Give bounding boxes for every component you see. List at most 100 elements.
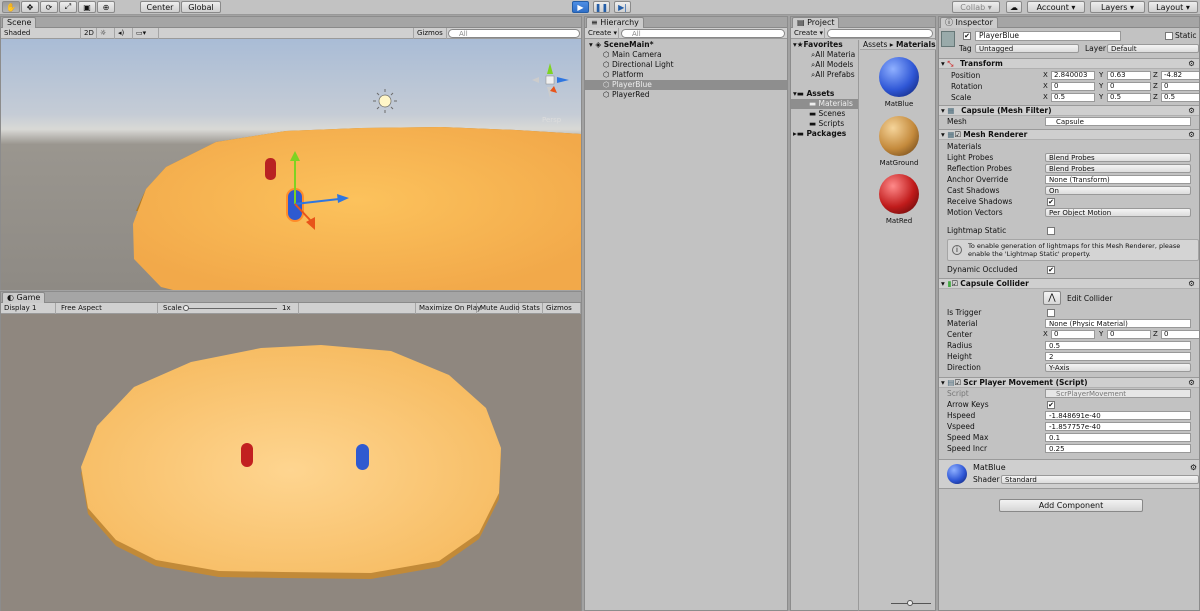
component-settings-icon[interactable]: ⚙ — [1188, 378, 1195, 388]
static-checkbox[interactable] — [1165, 32, 1173, 40]
scripts-folder[interactable]: ▬ Scripts — [791, 119, 858, 129]
scale-slider[interactable] — [185, 308, 277, 309]
rotation-x-field[interactable]: 0 — [1051, 82, 1095, 91]
material-section[interactable]: MatBlue Shader Standard ⚙ — [939, 459, 1199, 489]
transform-tool-button[interactable]: ⊕ — [97, 1, 115, 13]
transform-header[interactable]: ▾ ⤡ Transform ⚙ — [939, 58, 1199, 69]
anchor-override-field[interactable]: None (Transform) — [1045, 175, 1191, 184]
material-settings-icon[interactable]: ⚙ — [1190, 463, 1197, 472]
cast-shadows-dropdown[interactable]: On — [1045, 186, 1191, 195]
tag-dropdown[interactable]: Untagged — [975, 44, 1079, 53]
lighting-toggle[interactable]: ☼ — [97, 28, 115, 39]
position-x-field[interactable]: 2.840003 — [1051, 71, 1095, 80]
scenes-folder[interactable]: ▬ Scenes — [791, 109, 858, 119]
project-search-input[interactable] — [827, 29, 933, 38]
material-tile-matblue[interactable]: MatBlue — [874, 57, 924, 115]
play-button[interactable]: ▶ — [572, 1, 589, 13]
cloud-button[interactable]: ☁ — [1006, 1, 1022, 13]
component-settings-icon[interactable]: ⚙ — [1188, 279, 1195, 289]
effects-dropdown[interactable]: ▭▾ — [133, 28, 159, 39]
account-dropdown[interactable]: Account ▾ — [1027, 1, 1085, 13]
favorites-all-prefabs[interactable]: ⌕All Prefabs — [791, 70, 858, 80]
packages-folder[interactable]: ▸▬ Packages — [791, 129, 858, 139]
scene-search-input[interactable]: All — [448, 29, 580, 38]
tab-game[interactable]: ◐ Game — [2, 292, 46, 303]
scale-x-field[interactable]: 0.5 — [1051, 93, 1095, 102]
rotation-z-field[interactable]: 0 — [1161, 82, 1199, 91]
position-z-field[interactable]: -4.82 — [1161, 71, 1199, 80]
shading-mode-dropdown[interactable]: Shaded — [1, 28, 81, 39]
center-z-field[interactable]: 0 — [1161, 330, 1199, 339]
reflection-probes-dropdown[interactable]: Blend Probes — [1045, 164, 1191, 173]
is-trigger-checkbox[interactable] — [1047, 309, 1055, 317]
speed-incr-field[interactable]: 0.25 — [1045, 444, 1191, 453]
maximize-on-play-toggle[interactable]: Maximize On Play — [415, 303, 481, 314]
step-button[interactable]: ▶| — [614, 1, 631, 13]
layout-dropdown[interactable]: Layout ▾ — [1148, 1, 1198, 13]
hierarchy-item-playerblue[interactable]: ⬡ PlayerBlue — [585, 80, 787, 90]
physic-material-field[interactable]: None (Physic Material) — [1045, 319, 1191, 328]
player-red[interactable] — [265, 158, 276, 180]
scale-z-field[interactable]: 0.5 — [1161, 93, 1199, 102]
material-tile-matred[interactable]: MatRed — [874, 174, 924, 232]
display-dropdown[interactable]: Display 1 — [1, 303, 56, 314]
scene-root-item[interactable]: ▾ ◈ SceneMain* — [585, 40, 787, 50]
collab-dropdown[interactable]: Collab ▾ — [952, 1, 1000, 13]
move-tool-button[interactable]: ✥ — [21, 1, 39, 13]
hierarchy-search-input[interactable]: All — [621, 29, 785, 38]
tab-scene[interactable]: Scene — [2, 17, 37, 28]
edit-collider-button[interactable]: ⋀ — [1043, 291, 1061, 305]
pause-button[interactable]: ❚❚ — [593, 1, 610, 13]
favorites-item[interactable]: ▾★Favorites — [791, 40, 858, 50]
height-field[interactable]: 2 — [1045, 352, 1191, 361]
favorites-all-models[interactable]: ⌕All Models — [791, 60, 858, 70]
position-y-field[interactable]: 0.63 — [1107, 71, 1151, 80]
hierarchy-item-platform[interactable]: ⬡ Platform — [585, 70, 787, 80]
dynamic-occluded-checkbox[interactable]: ✔ — [1047, 266, 1055, 274]
hand-tool-button[interactable]: ✋ — [2, 1, 20, 13]
platform[interactable] — [133, 127, 581, 290]
mesh-filter-header[interactable]: ▾ ▦ Capsule (Mesh Filter) ⚙ — [939, 105, 1199, 116]
rotate-tool-button[interactable]: ⟳ — [40, 1, 58, 13]
object-name-field[interactable]: PlayerBlue — [975, 31, 1121, 41]
light-probes-dropdown[interactable]: Blend Probes — [1045, 153, 1191, 162]
favorites-all-materials[interactable]: ⌕All Materia — [791, 50, 858, 60]
component-settings-icon[interactable]: ⚙ — [1188, 130, 1195, 140]
motion-vectors-dropdown[interactable]: Per Object Motion — [1045, 208, 1191, 217]
layer-dropdown[interactable]: Default — [1107, 44, 1199, 53]
rotation-y-field[interactable]: 0 — [1107, 82, 1151, 91]
script-header[interactable]: ▾ ▤☑ Scr Player Movement (Script) ⚙ — [939, 377, 1199, 388]
pivot-center-button[interactable]: Center — [140, 1, 180, 13]
hierarchy-item-directional-light[interactable]: ⬡ Directional Light — [585, 60, 787, 70]
stats-toggle[interactable]: Stats — [519, 303, 543, 314]
scale-y-field[interactable]: 0.5 — [1107, 93, 1151, 102]
materials-folder[interactable]: ▬ Materials — [791, 99, 858, 109]
hierarchy-item-main-camera[interactable]: ⬡ Main Camera — [585, 50, 787, 60]
tab-hierarchy[interactable]: ≡ Hierarchy — [586, 17, 644, 28]
mesh-renderer-header[interactable]: ▾ ▦☑ Mesh Renderer ⚙ — [939, 129, 1199, 140]
component-settings-icon[interactable]: ⚙ — [1188, 59, 1195, 69]
scene-viewport[interactable]: Persp — [1, 39, 581, 290]
vspeed-field[interactable]: -1.857757e-40 — [1045, 422, 1191, 431]
assets-folder[interactable]: ▾▬ Assets — [791, 89, 858, 99]
scene-gizmos-dropdown[interactable]: Gizmos — [413, 28, 447, 39]
add-component-button[interactable]: Add Component — [999, 499, 1143, 512]
materials-foldout[interactable]: Materials — [947, 141, 981, 152]
aspect-dropdown[interactable]: Free Aspect — [58, 303, 158, 314]
capsule-collider-header[interactable]: ▾ ▮☑ Capsule Collider ⚙ — [939, 278, 1199, 289]
receive-shadows-checkbox[interactable]: ✔ — [1047, 198, 1055, 206]
scale-slider-thumb[interactable] — [183, 305, 189, 311]
icon-size-slider-thumb[interactable] — [907, 600, 913, 606]
arrow-keys-checkbox[interactable]: ✔ — [1047, 401, 1055, 409]
center-y-field[interactable]: 0 — [1107, 330, 1151, 339]
hspeed-field[interactable]: -1.848691e-40 — [1045, 411, 1191, 420]
tab-project[interactable]: ▤ Project — [792, 17, 840, 28]
rect-tool-button[interactable]: ▣ — [78, 1, 96, 13]
mute-audio-toggle[interactable]: Mute Audio — [477, 303, 520, 314]
game-gizmos-dropdown[interactable]: Gizmos — [543, 303, 581, 314]
scale-tool-button[interactable]: ⤢ — [59, 1, 77, 13]
project-create-dropdown[interactable]: Create ▾ — [791, 28, 825, 39]
component-settings-icon[interactable]: ⚙ — [1188, 106, 1195, 116]
active-checkbox[interactable]: ✔ — [963, 32, 971, 40]
lightmap-static-checkbox[interactable] — [1047, 227, 1055, 235]
